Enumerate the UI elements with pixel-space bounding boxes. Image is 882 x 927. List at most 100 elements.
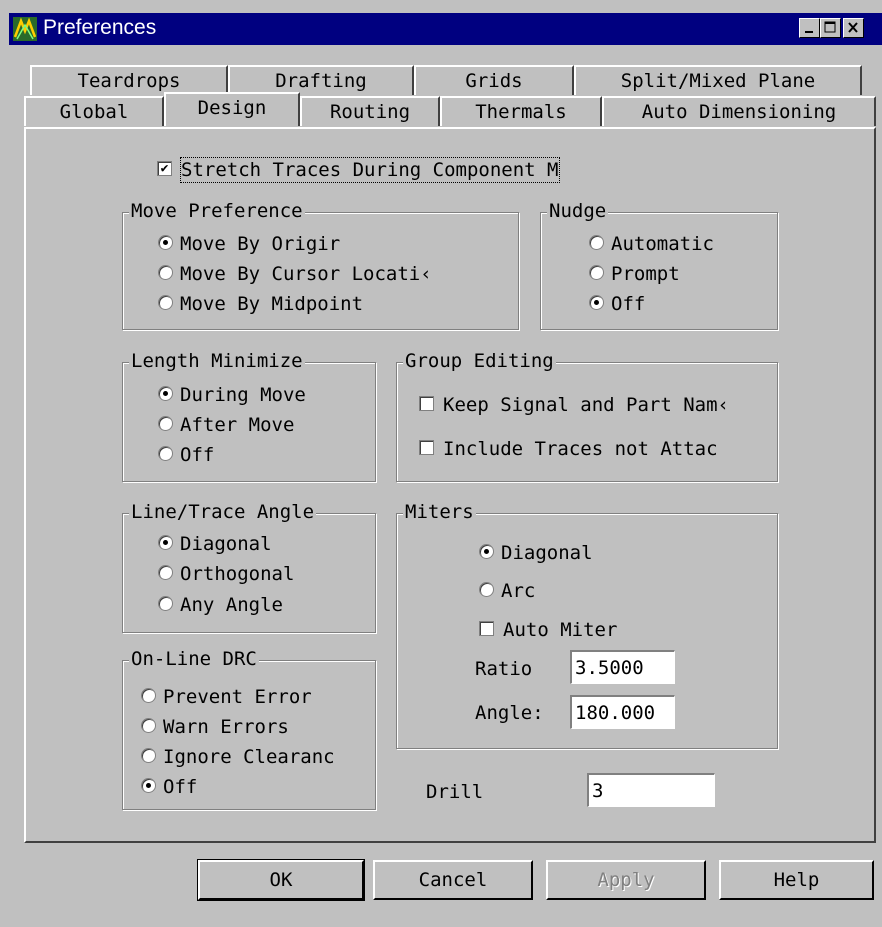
angle-label: Angle: bbox=[475, 702, 544, 724]
apply-button[interactable]: Apply bbox=[546, 860, 706, 900]
stretch-traces-checkbox[interactable]: ✔ Stretch Traces During Component M bbox=[157, 157, 560, 183]
radio-selected-icon bbox=[158, 386, 173, 401]
radio-icon bbox=[158, 416, 173, 431]
radio-selected-icon bbox=[479, 544, 494, 559]
nudge-automatic-radio[interactable]: Automatic bbox=[589, 232, 714, 256]
close-button[interactable] bbox=[843, 18, 864, 38]
option-label: During Move bbox=[180, 384, 306, 406]
tab-label: Design bbox=[197, 97, 267, 119]
option-label: Move By Midpoint bbox=[180, 293, 364, 315]
online-drc-group: On-Line DRC Prevent Error Warn Errors Ig… bbox=[122, 648, 376, 810]
button-label: OK bbox=[269, 869, 293, 891]
tab-label: Auto Dimensioning bbox=[641, 101, 837, 123]
option-label: Arc bbox=[501, 580, 536, 602]
during-move-radio[interactable]: During Move bbox=[158, 383, 306, 407]
miter-arc-radio[interactable]: Arc bbox=[479, 579, 535, 603]
tab-label: Grids bbox=[465, 70, 523, 92]
angle-any-radio[interactable]: Any Angle bbox=[158, 593, 283, 617]
keep-signal-part-names-checkbox[interactable]: Keep Signal and Part Nam‹ bbox=[419, 393, 729, 417]
minimize-icon bbox=[805, 31, 813, 33]
drill-input[interactable]: 3 bbox=[587, 773, 715, 807]
miters-title: Miters bbox=[403, 501, 476, 523]
checkbox-icon bbox=[479, 621, 494, 636]
radio-icon bbox=[141, 688, 156, 703]
radio-icon bbox=[158, 596, 173, 611]
ratio-input[interactable]: 3.5000 bbox=[570, 650, 675, 684]
help-button[interactable]: Help bbox=[719, 860, 874, 900]
tab-label: Drafting bbox=[275, 70, 367, 92]
online-drc-title: On-Line DRC bbox=[129, 648, 259, 670]
option-label: Include Traces not Attac bbox=[443, 438, 718, 460]
option-label: Off bbox=[611, 293, 646, 315]
cancel-button[interactable]: Cancel bbox=[373, 860, 533, 900]
maximize-icon bbox=[824, 21, 836, 33]
minimize-button[interactable] bbox=[799, 18, 820, 38]
prevent-error-radio[interactable]: Prevent Error bbox=[141, 685, 312, 709]
option-label: Prompt bbox=[611, 263, 680, 285]
move-by-cursor-location-radio[interactable]: Move By Cursor Locati‹ bbox=[158, 262, 432, 286]
checkbox-icon bbox=[419, 396, 434, 411]
option-label: Off bbox=[163, 776, 198, 798]
tab-grids[interactable]: Grids bbox=[414, 65, 574, 95]
option-label: Move By Origir bbox=[180, 233, 341, 255]
auto-miter-checkbox[interactable]: Auto Miter bbox=[479, 618, 617, 642]
radio-selected-icon bbox=[141, 778, 156, 793]
maximize-button[interactable] bbox=[820, 18, 841, 38]
line-trace-angle-title: Line/Trace Angle bbox=[129, 501, 317, 523]
tab-thermals[interactable]: Thermals bbox=[440, 96, 602, 126]
option-label: Move By Cursor Locati‹ bbox=[180, 263, 432, 285]
radio-icon bbox=[158, 565, 173, 580]
ratio-label: Ratio bbox=[475, 658, 533, 680]
tab-design[interactable]: Design bbox=[164, 92, 300, 126]
option-label: Ignore Clearanc bbox=[163, 746, 335, 768]
tab-global[interactable]: Global bbox=[24, 96, 164, 126]
button-label: Cancel bbox=[418, 869, 488, 891]
angle-input[interactable]: 180.000 bbox=[570, 695, 675, 729]
tab-auto-dimensioning[interactable]: Auto Dimensioning bbox=[602, 96, 876, 126]
angle-orthogonal-radio[interactable]: Orthogonal bbox=[158, 562, 294, 586]
option-label: Diagonal bbox=[180, 533, 272, 555]
move-preference-title: Move Preference bbox=[129, 200, 305, 222]
move-by-midpoint-radio[interactable]: Move By Midpoint bbox=[158, 292, 363, 316]
pads-logo-icon bbox=[13, 17, 37, 41]
move-by-origin-radio[interactable]: Move By Origir bbox=[158, 232, 340, 256]
warn-errors-radio[interactable]: Warn Errors bbox=[141, 715, 289, 739]
option-label: Warn Errors bbox=[163, 716, 289, 738]
option-label: Automatic bbox=[611, 233, 714, 255]
ignore-clearance-radio[interactable]: Ignore Clearanc bbox=[141, 745, 335, 769]
radio-selected-icon bbox=[158, 535, 173, 550]
option-label: After Move bbox=[180, 414, 295, 436]
tab-routing[interactable]: Routing bbox=[300, 96, 440, 126]
drc-off-radio[interactable]: Off bbox=[141, 775, 197, 799]
title-bar[interactable]: Preferences bbox=[9, 13, 882, 45]
tab-split-mixed-plane[interactable]: Split/Mixed Plane bbox=[574, 65, 862, 95]
radio-icon bbox=[141, 748, 156, 763]
tab-label: Global bbox=[59, 101, 129, 123]
move-preference-group: Move Preference Move By Origir Move By C… bbox=[122, 200, 519, 330]
radio-icon bbox=[589, 265, 604, 280]
radio-icon bbox=[158, 446, 173, 461]
option-label: Off bbox=[180, 444, 215, 466]
line-trace-angle-group: Line/Trace Angle Diagonal Orthogonal Any… bbox=[122, 501, 376, 633]
tab-label: Split/Mixed Plane bbox=[620, 70, 816, 92]
length-minimize-off-radio[interactable]: Off bbox=[158, 443, 214, 467]
group-editing-title: Group Editing bbox=[403, 350, 556, 372]
include-traces-checkbox[interactable]: Include Traces not Attac bbox=[419, 437, 718, 461]
after-move-radio[interactable]: After Move bbox=[158, 413, 294, 437]
radio-icon bbox=[141, 718, 156, 733]
tab-teardrops[interactable]: Teardrops bbox=[30, 65, 228, 95]
miter-diagonal-radio[interactable]: Diagonal bbox=[479, 541, 593, 565]
option-label: Diagonal bbox=[501, 542, 593, 564]
nudge-off-radio[interactable]: Off bbox=[589, 292, 645, 316]
angle-diagonal-radio[interactable]: Diagonal bbox=[158, 532, 272, 556]
nudge-prompt-radio[interactable]: Prompt bbox=[589, 262, 680, 286]
stretch-traces-label: Stretch Traces During Component M bbox=[180, 157, 560, 183]
length-minimize-title: Length Minimize bbox=[129, 350, 305, 372]
radio-selected-icon bbox=[158, 235, 173, 250]
checkbox-icon bbox=[419, 440, 434, 455]
tab-drafting[interactable]: Drafting bbox=[228, 65, 414, 95]
tab-label: Routing bbox=[329, 101, 411, 123]
tab-label: Thermals bbox=[475, 101, 567, 123]
window-title: Preferences bbox=[43, 16, 157, 39]
ok-button[interactable]: OK bbox=[197, 859, 365, 901]
